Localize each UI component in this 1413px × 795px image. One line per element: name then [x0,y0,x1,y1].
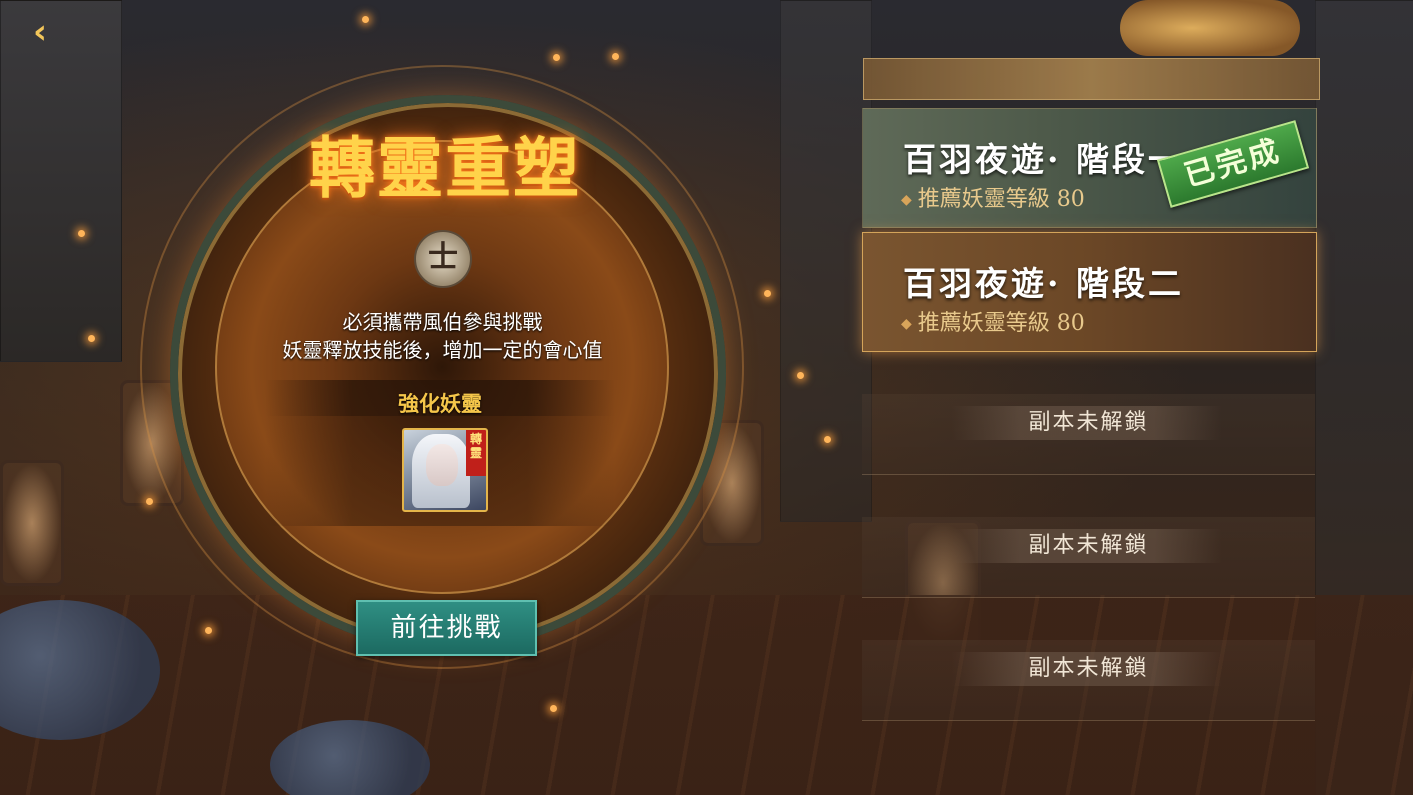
spark [146,498,153,505]
stage-name: 百羽夜遊· 階段二 [903,264,1184,303]
spirit-portrait[interactable]: 轉靈 [402,428,488,512]
spark [612,53,619,60]
golden-cloud-ornament [1120,0,1300,56]
lantern [0,460,64,586]
go-challenge-button[interactable]: 前往挑戰 [356,600,537,656]
locked-label: 副本未解鎖 [1028,533,1149,558]
diamond-icon: ◆ [901,316,912,332]
stage-recommend-text: 推薦妖靈等級 80 [917,311,1085,336]
locked-label: 副本未解鎖 [1028,656,1149,681]
stage-item-1[interactable]: 百羽夜遊· 階段一 ◆ 推薦妖靈等級 80 已完成 [862,108,1317,228]
portrait-tag: 轉靈 [466,430,486,476]
locked-stage-3[interactable]: 副本未解鎖 [862,394,1315,475]
spark [78,230,85,237]
spark [205,627,212,634]
spark [550,705,557,712]
stage-recommend: ◆ 推薦妖靈等級 80 [901,181,1085,213]
spark [88,335,95,342]
enhance-spirit-label: 強化妖靈 [398,391,482,416]
spark [764,290,771,297]
description-line: 妖靈釋放技能後，增加一定的會心值 [282,338,603,362]
diamond-icon: ◆ [901,192,912,208]
event-title: 轉靈重塑 [309,129,581,207]
spark [824,436,831,443]
description-line: 必須攜帶風伯參與挑戰 [342,310,543,334]
spark [797,372,804,379]
wall-panel [780,0,872,522]
stage-recommend: ◆ 推薦妖靈等級 80 [901,305,1085,337]
portrait-face [426,444,458,486]
back-button[interactable]: ‹ [18,12,62,52]
stage-item-2[interactable]: 百羽夜遊· 階段二 ◆ 推薦妖靈等級 80 [862,232,1317,352]
event-description: 必須攜帶風伯參與挑戰 妖靈釋放技能後，增加一定的會心值 [230,308,655,364]
locked-label: 副本未解鎖 [1028,410,1149,435]
locked-stage-4[interactable]: 副本未解鎖 [862,517,1315,598]
stage-list-header [863,58,1320,100]
stage-name: 百羽夜遊· 階段一 [903,140,1184,179]
spark [553,54,560,61]
locked-stage-5[interactable]: 副本未解鎖 [862,640,1315,721]
wall-panel [0,0,122,362]
spark [362,16,369,23]
stage-recommend-text: 推薦妖靈等級 80 [917,187,1085,212]
element-emblem-icon: 士 [414,230,472,288]
